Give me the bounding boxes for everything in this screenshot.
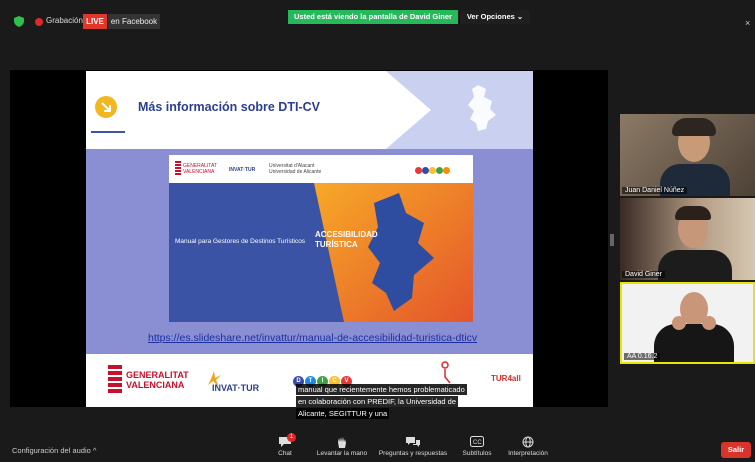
raise-hand-button[interactable]: Levantar la mano xyxy=(310,436,374,457)
participant-name: Juan Daniel Núñez xyxy=(622,187,688,194)
chat-label: Chat xyxy=(278,450,292,457)
chat-button[interactable]: 1 Chat xyxy=(255,433,315,457)
svg-text:CC: CC xyxy=(473,440,482,446)
interpretation-label: Interpretación xyxy=(508,450,548,457)
footer-gv-logo: GENERALITAT VALENCIANA xyxy=(126,370,189,390)
chat-icon: 1 xyxy=(255,433,315,450)
caption-line: en colaboración con PREDIF, la Universid… xyxy=(296,396,459,407)
hand-icon xyxy=(310,436,374,450)
qa-button[interactable]: Preguntas y respuestas xyxy=(375,436,451,457)
live-badge: LIVE xyxy=(83,14,107,29)
close-icon[interactable]: × xyxy=(745,18,750,28)
raise-hand-label: Levantar la mano xyxy=(316,450,368,457)
cover-map-art xyxy=(314,183,473,322)
divider xyxy=(91,131,125,133)
caption-line: Alicante, SEGITTUR y una xyxy=(296,408,390,419)
cover-logo-ua: Universitat d'Alacant Universidad de Ali… xyxy=(269,163,322,175)
recording-label: Grabación xyxy=(46,16,83,25)
view-options-button[interactable]: Ver Opciones ⌄ xyxy=(459,10,530,24)
shield-icon xyxy=(14,16,24,27)
cover-title-line1: ACCESIBILIDAD xyxy=(315,230,378,239)
qa-icon xyxy=(375,436,451,450)
footer-tur4all-logo: TUR4all xyxy=(491,374,521,383)
slide-title: Más información sobre DTI-CV xyxy=(138,100,320,114)
cover-dti-logo xyxy=(415,161,450,179)
slideshare-link[interactable]: https://es.slideshare.net/invattur/manua… xyxy=(148,332,477,344)
slide-header: Más información sobre DTI-CV xyxy=(86,71,533,149)
presentation-slide: Más información sobre DTI-CV GENERALITAT… xyxy=(86,71,533,407)
interpretation-button[interactable]: Interpretación xyxy=(498,436,558,457)
gv-crest-icon xyxy=(108,365,122,393)
cover-logos: GENERALITAT VALENCIANA INVAT·TUR Univers… xyxy=(169,155,473,184)
footer-gv-line2: VALENCIANA xyxy=(126,380,185,390)
cover-subtitle: Manual para Gestores de Destinos Turísti… xyxy=(175,238,306,245)
audio-settings-button[interactable]: Configuración del audio ^ xyxy=(12,446,96,455)
subtitles-label: Subtítulos xyxy=(462,450,492,457)
caption-line: manual que recientemente hemos problemat… xyxy=(296,384,467,395)
participant-video-active[interactable]: AA 0.16.2 xyxy=(620,282,755,364)
facebook-live-label[interactable]: en Facebook xyxy=(108,14,160,29)
arrow-icon xyxy=(95,96,117,118)
cover-logo-invat: INVAT·TUR xyxy=(229,167,256,173)
gv-logo-icon xyxy=(175,161,181,175)
leave-button[interactable]: Salir xyxy=(721,442,751,458)
recording-dot-icon xyxy=(35,18,43,26)
cover-title-line2: TURÍSTICA xyxy=(315,240,358,249)
chat-badge: 1 xyxy=(287,433,296,442)
participant-video[interactable]: David Giner xyxy=(620,198,755,280)
participant-video[interactable]: Juan Daniel Núñez xyxy=(620,114,755,196)
qa-label: Preguntas y respuestas xyxy=(378,450,448,457)
region-map-icon xyxy=(468,85,496,131)
panel-resize-handle[interactable] xyxy=(610,234,614,246)
footer-gv-line1: GENERALITAT xyxy=(126,370,189,380)
tur4all-icon xyxy=(441,361,451,384)
participant-name: AA 0.16.2 xyxy=(624,353,661,360)
footer-invat-logo: INVAT·TUR xyxy=(212,383,260,393)
cover-logo-gv: GENERALITAT VALENCIANA xyxy=(183,163,217,175)
manual-cover: GENERALITAT VALENCIANA INVAT·TUR Univers… xyxy=(169,155,473,322)
globe-icon xyxy=(498,436,558,450)
sharing-banner: Usted está viendo la pantalla de David G… xyxy=(288,10,458,24)
cover-title: ACCESIBILIDAD TURÍSTICA xyxy=(315,230,378,250)
participant-name: David Giner xyxy=(622,271,665,278)
